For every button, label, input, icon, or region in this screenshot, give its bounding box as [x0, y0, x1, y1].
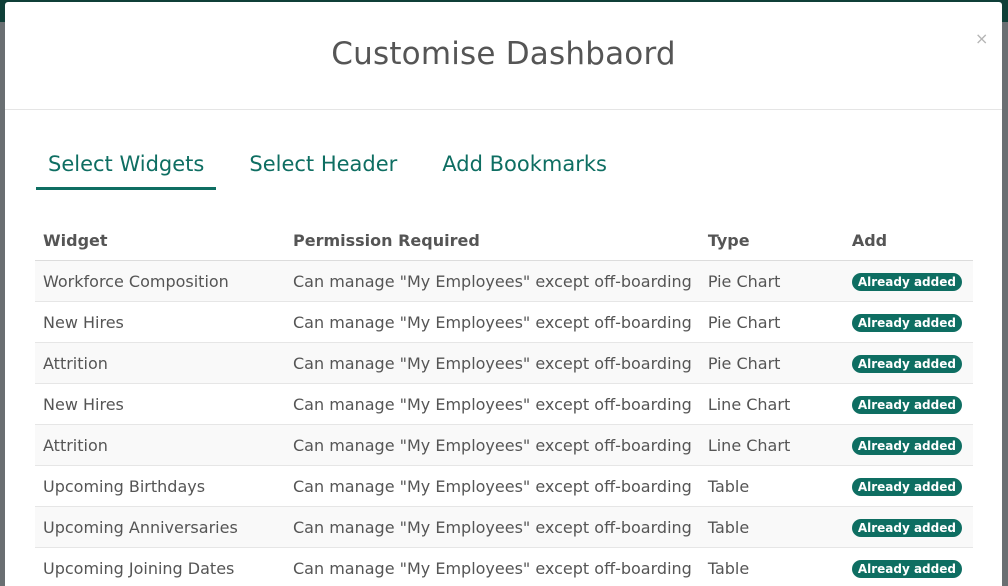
- widgets-table: Widget Permission Required Type Add Work…: [35, 220, 973, 586]
- tab-add-bookmarks[interactable]: Add Bookmarks: [430, 148, 619, 190]
- widget-type: Pie Chart: [699, 342, 844, 384]
- column-header-permission: Permission Required: [285, 220, 700, 261]
- table-row: Attrition Can manage "My Employees" exce…: [35, 342, 973, 384]
- permission-text: Can manage "My Employees" except off-boa…: [285, 465, 700, 507]
- permission-text: Can manage "My Employees" except off-boa…: [285, 506, 700, 548]
- already-added-badge[interactable]: Already added: [851, 437, 962, 455]
- table-row: Attrition Can manage "My Employees" exce…: [35, 424, 973, 466]
- table-row: Upcoming Joining Dates Can manage "My Em…: [35, 547, 973, 586]
- widget-name: Upcoming Anniversaries: [35, 506, 285, 548]
- customise-dashboard-modal: Customise Dashbaord × Select Widgets Sel…: [5, 2, 1002, 586]
- widget-type: Table: [699, 506, 844, 548]
- widget-name: Attrition: [35, 342, 285, 384]
- widget-name: Upcoming Joining Dates: [35, 547, 285, 586]
- modal-header: Customise Dashbaord ×: [5, 2, 1002, 110]
- column-header-add: Add: [843, 220, 973, 261]
- widget-type: Line Chart: [699, 424, 844, 466]
- close-icon[interactable]: ×: [975, 31, 988, 47]
- tab-bar: Select Widgets Select Header Add Bookmar…: [36, 148, 640, 190]
- permission-text: Can manage "My Employees" except off-boa…: [285, 260, 700, 302]
- already-added-badge[interactable]: Already added: [851, 478, 962, 496]
- widget-type: Table: [699, 465, 844, 507]
- table-row: New Hires Can manage "My Employees" exce…: [35, 301, 973, 343]
- tab-select-widgets[interactable]: Select Widgets: [36, 148, 217, 190]
- table-row: Workforce Composition Can manage "My Emp…: [35, 260, 973, 302]
- permission-text: Can manage "My Employees" except off-boa…: [285, 383, 700, 425]
- table-row: Upcoming Anniversaries Can manage "My Em…: [35, 506, 973, 548]
- widget-name: Upcoming Birthdays: [35, 465, 285, 507]
- widget-type: Pie Chart: [699, 260, 844, 302]
- column-header-type: Type: [699, 220, 844, 261]
- modal-backdrop-right: [1002, 22, 1008, 586]
- permission-text: Can manage "My Employees" except off-boa…: [285, 424, 700, 466]
- already-added-badge[interactable]: Already added: [851, 273, 962, 291]
- widget-type: Table: [699, 547, 844, 586]
- already-added-badge[interactable]: Already added: [851, 519, 962, 537]
- permission-text: Can manage "My Employees" except off-boa…: [285, 342, 700, 384]
- widget-name: New Hires: [35, 301, 285, 343]
- widget-type: Line Chart: [699, 383, 844, 425]
- widget-name: New Hires: [35, 383, 285, 425]
- widget-name: Attrition: [35, 424, 285, 466]
- widget-name: Workforce Composition: [35, 260, 285, 302]
- widget-type: Pie Chart: [699, 301, 844, 343]
- tab-select-header[interactable]: Select Header: [237, 148, 409, 190]
- already-added-badge[interactable]: Already added: [851, 355, 962, 373]
- already-added-badge[interactable]: Already added: [851, 314, 962, 332]
- already-added-badge[interactable]: Already added: [851, 560, 962, 578]
- permission-text: Can manage "My Employees" except off-boa…: [285, 547, 700, 586]
- column-header-widget: Widget: [35, 220, 285, 261]
- modal-title: Customise Dashbaord: [331, 36, 676, 72]
- table-row: New Hires Can manage "My Employees" exce…: [35, 383, 973, 425]
- already-added-badge[interactable]: Already added: [851, 396, 962, 414]
- permission-text: Can manage "My Employees" except off-boa…: [285, 301, 700, 343]
- table-header-row: Widget Permission Required Type Add: [35, 220, 973, 261]
- table-row: Upcoming Birthdays Can manage "My Employ…: [35, 465, 973, 507]
